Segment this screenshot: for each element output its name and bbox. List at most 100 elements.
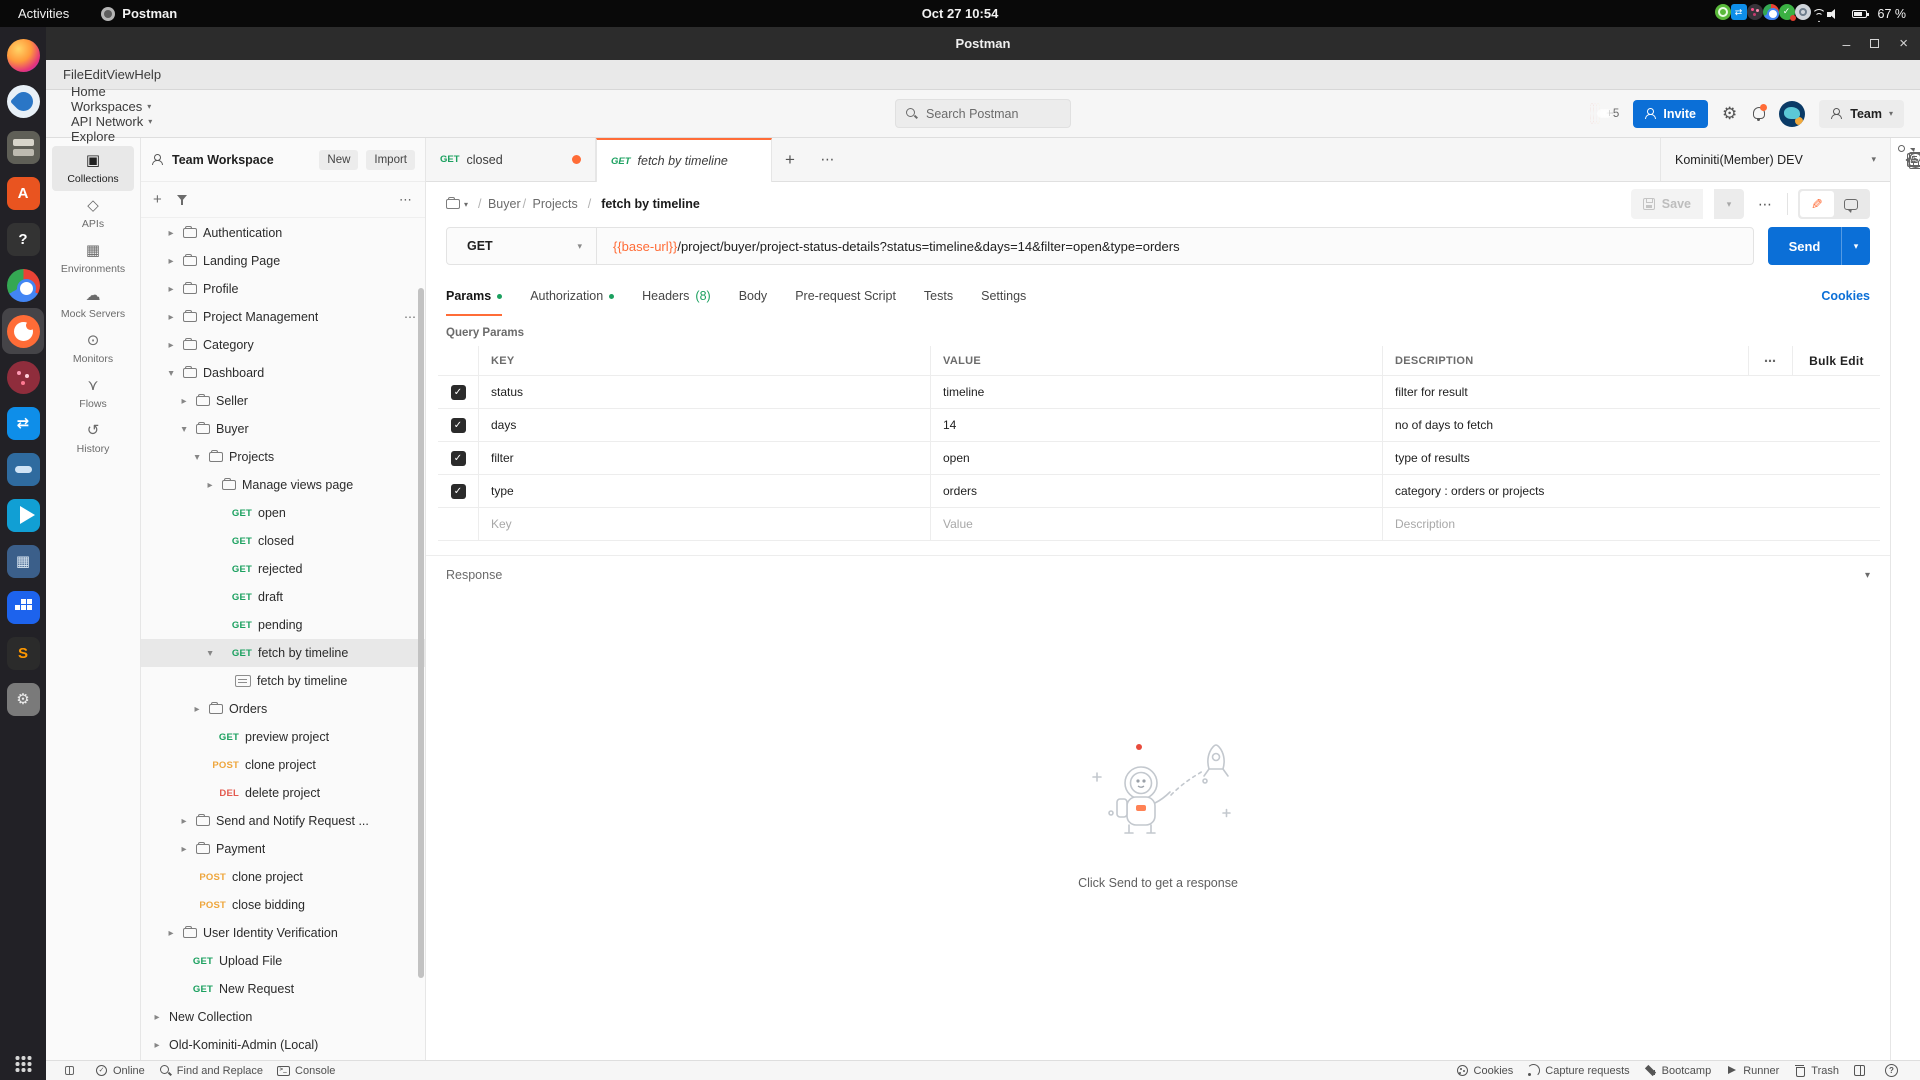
param-checkbox[interactable]: ✓: [451, 484, 466, 499]
new-param-value-input[interactable]: Value: [930, 508, 1382, 540]
param-value[interactable]: timeline: [930, 376, 1382, 408]
chevron-icon[interactable]: ▸: [204, 480, 216, 491]
param-description[interactable]: filter for result: [1382, 376, 1880, 408]
chevron-icon[interactable]: ▸: [165, 340, 177, 351]
chevron-icon[interactable]: ▸: [165, 256, 177, 267]
request-location-button[interactable]: ▾: [446, 199, 468, 209]
tree-row[interactable]: ▸ GET closed: [141, 527, 425, 555]
dock-item[interactable]: ▦: [2, 538, 44, 584]
cookies-link[interactable]: Cookies: [1821, 289, 1870, 303]
tree-row[interactable]: ▸ POST close bidding: [141, 891, 425, 919]
workspace-title[interactable]: Team Workspace: [172, 153, 311, 167]
tree-row[interactable]: ▸ GET pending: [141, 611, 425, 639]
tree-row[interactable]: ▸ Seller: [141, 387, 425, 415]
param-checkbox[interactable]: ✓: [451, 418, 466, 433]
param-key[interactable]: filter: [478, 442, 930, 474]
tree-row[interactable]: ▸ Project Management ⋯: [141, 303, 425, 331]
tree-row[interactable]: ▸ GET rejected: [141, 555, 425, 583]
save-options-button[interactable]: ▾: [1714, 189, 1744, 219]
rail-item[interactable]: ▦ Environments: [52, 236, 134, 281]
send-button[interactable]: Send ▾: [1768, 227, 1870, 265]
chevron-icon[interactable]: ▸: [191, 704, 203, 715]
comments-button[interactable]: [1834, 191, 1868, 217]
collapse-response-icon[interactable]: ▾: [1865, 570, 1870, 581]
chevron-icon[interactable]: ▸: [178, 396, 190, 407]
tree-row[interactable]: ▸ Dashboard: [141, 359, 425, 387]
tree-row[interactable]: ▸ Authentication: [141, 219, 425, 247]
dock-item[interactable]: [2, 32, 44, 78]
tab-options-icon[interactable]: ⋯: [808, 138, 848, 181]
chevron-icon[interactable]: ▸: [165, 928, 177, 939]
tree-row[interactable]: ▸ New Collection: [141, 1003, 425, 1031]
nav-link[interactable]: Workspaces▾: [71, 99, 152, 114]
rail-item[interactable]: ☁ Mock Servers: [52, 281, 134, 326]
dock-item[interactable]: A: [2, 170, 44, 216]
rail-item[interactable]: ⊙ Monitors: [52, 326, 134, 371]
settings-gear-icon[interactable]: ⚙: [1722, 104, 1737, 124]
tree-row[interactable]: ▸ POST clone project: [141, 751, 425, 779]
rail-item[interactable]: ↺ History: [52, 416, 134, 461]
open-request-tab[interactable]: GET closed: [426, 138, 596, 181]
dock-item[interactable]: [2, 262, 44, 308]
rail-item[interactable]: ⋎ Flows: [52, 371, 134, 416]
new-button[interactable]: New: [319, 150, 358, 170]
tree-row[interactable]: ▸ GET preview project: [141, 723, 425, 751]
statusbar-item[interactable]: Find and Replace: [152, 1064, 270, 1077]
edit-mode-button[interactable]: ✎: [1800, 191, 1834, 217]
param-description[interactable]: no of days to fetch: [1382, 409, 1880, 441]
param-key[interactable]: type: [478, 475, 930, 507]
show-applications-icon[interactable]: [15, 1055, 32, 1072]
team-menu-button[interactable]: Team ▾: [1819, 100, 1904, 128]
statusbar-item[interactable]: [1846, 1064, 1878, 1077]
dock-item[interactable]: [2, 124, 44, 170]
url-bar[interactable]: GET ▾ {{base-url}}/project/buyer/project…: [446, 227, 1754, 265]
statusbar-item[interactable]: Bootcamp: [1637, 1064, 1719, 1077]
statusbar-item[interactable]: Trash: [1786, 1064, 1846, 1077]
param-description[interactable]: type of results: [1382, 442, 1880, 474]
close-icon[interactable]: ×: [1899, 35, 1908, 52]
request-name[interactable]: fetch by timeline: [601, 197, 700, 211]
tree-row[interactable]: ▸ Send and Notify Request ...: [141, 807, 425, 835]
chevron-icon[interactable]: ▸: [179, 423, 190, 435]
window-titlebar[interactable]: Postman – ×: [46, 27, 1920, 60]
workspace-members[interactable]: +5: [1603, 105, 1619, 123]
chevron-icon[interactable]: ▸: [151, 1012, 163, 1023]
add-collection-icon[interactable]: +: [153, 191, 162, 208]
dock-item[interactable]: [2, 492, 44, 538]
tree-row[interactable]: ▸ Projects: [141, 443, 425, 471]
menu-item[interactable]: Edit: [84, 67, 106, 82]
method-select[interactable]: GET ▾: [447, 228, 597, 264]
tree-row[interactable]: ▸ GET draft: [141, 583, 425, 611]
tree-row[interactable]: ▸ Old-Kominiti-Admin (Local): [141, 1031, 425, 1059]
tree-row[interactable]: ▸ POST clone project: [141, 863, 425, 891]
statusbar-item[interactable]: Console: [270, 1064, 342, 1077]
dock-item[interactable]: ⇄: [2, 400, 44, 446]
tree-row[interactable]: ▸ Orders: [141, 695, 425, 723]
tree-row[interactable]: ▸ Profile: [141, 275, 425, 303]
import-button[interactable]: Import: [366, 150, 415, 170]
bulk-edit-button[interactable]: Bulk Edit: [1792, 346, 1880, 375]
dock-item[interactable]: [2, 354, 44, 400]
param-description[interactable]: category : orders or projects: [1382, 475, 1880, 507]
rail-item[interactable]: ▣ Collections: [52, 146, 134, 191]
chevron-icon[interactable]: ▸: [165, 312, 177, 323]
statusbar-item[interactable]: Online: [88, 1064, 152, 1077]
tree-row[interactable]: ▸ User Identity Verification: [141, 919, 425, 947]
search-input[interactable]: Search Postman: [895, 99, 1071, 128]
nav-link[interactable]: API Network▾: [71, 114, 152, 129]
dock-item[interactable]: [2, 584, 44, 630]
statusbar-item[interactable]: [56, 1064, 88, 1077]
request-config-tab[interactable]: Authorization: [530, 276, 614, 316]
request-more-actions-icon[interactable]: ⋯: [1754, 196, 1777, 213]
request-config-tab[interactable]: Settings: [981, 276, 1026, 316]
request-config-tab[interactable]: Params: [446, 276, 502, 316]
activities-button[interactable]: Activities: [0, 6, 87, 21]
statusbar-item[interactable]: Capture requests: [1520, 1064, 1636, 1077]
tree-row[interactable]: ▸ GET fetch by timeline: [141, 639, 425, 667]
request-config-tab[interactable]: Tests: [924, 276, 953, 316]
restore-icon[interactable]: [1870, 39, 1879, 48]
notifications-bell-icon[interactable]: [1751, 106, 1765, 121]
chevron-icon[interactable]: ▸: [178, 844, 190, 855]
tree-row[interactable]: ▸ GET Upload File: [141, 947, 425, 975]
system-tray[interactable]: 67 %: [1715, 4, 1920, 23]
